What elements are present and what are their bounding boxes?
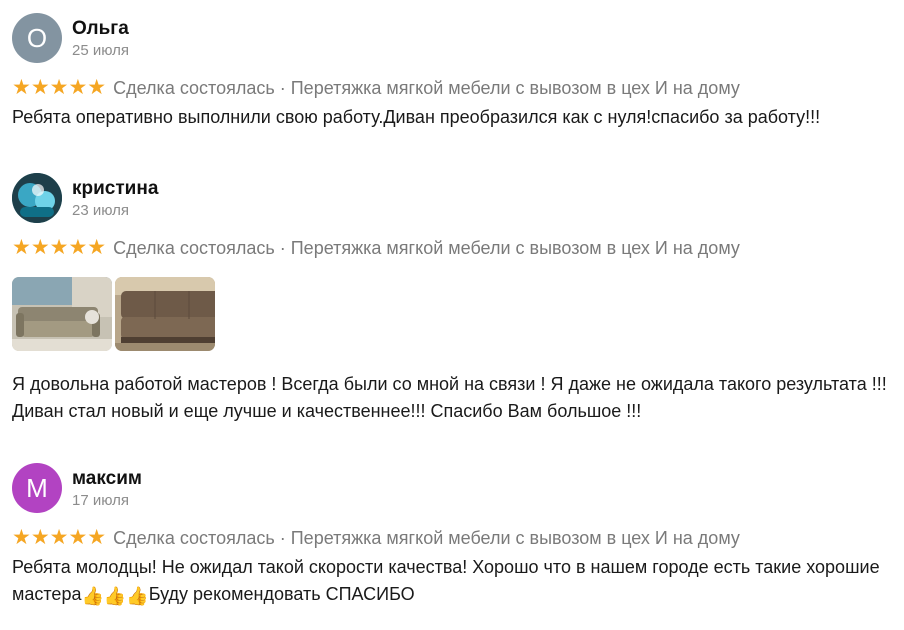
- review-header: М максим 17 июля: [12, 462, 894, 514]
- review-photos: [12, 277, 894, 351]
- review-meta: ★★★★★ Сделка состоялась · Перетяжка мягк…: [12, 75, 894, 101]
- deal-status: Сделка состоялась · Перетяжка мягкой меб…: [113, 78, 740, 98]
- review-date: 23 июля: [72, 201, 130, 219]
- review-text: Ребята молодцы! Не ожидал такой скорости…: [12, 554, 894, 608]
- avatar[interactable]: О: [12, 13, 62, 63]
- review-date: 17 июля: [72, 491, 130, 509]
- reviewer-name[interactable]: максим: [72, 467, 142, 490]
- review-meta: ★★★★★ Сделка состоялась · Перетяжка мягк…: [12, 235, 894, 261]
- reviewer-info: кристина 23 июля: [72, 177, 158, 220]
- review-card: М максим 17 июля ★★★★★ Сделка состоялась…: [12, 462, 894, 608]
- review-text-part: Буду рекомендовать СПАСИБО: [148, 584, 415, 604]
- review-header: кристина 23 июля: [12, 172, 894, 224]
- avatar[interactable]: [12, 173, 62, 223]
- review-text: Ребята оперативно выполнили свою работу.…: [12, 107, 821, 127]
- rating-stars-icon: ★★★★★: [12, 76, 107, 99]
- review-card: кристина 23 июля ★★★★★ Сделка состоялась…: [12, 172, 894, 425]
- reviewer-info: Ольга 25 июля: [72, 17, 129, 60]
- deal-status: Сделка состоялась · Перетяжка мягкой меб…: [113, 528, 740, 548]
- avatar-image-icon: [12, 173, 62, 223]
- reviewer-name[interactable]: Ольга: [72, 17, 129, 40]
- review-card: О Ольга 25 июля ★★★★★ Сделка состоялась …: [12, 12, 894, 131]
- reviewer-name[interactable]: кристина: [72, 177, 158, 200]
- review-photo-sofa-before[interactable]: [12, 277, 112, 351]
- reviewer-info: максим 17 июля: [72, 467, 142, 510]
- review-text: Я довольна работой мастеров ! Всегда был…: [12, 374, 887, 421]
- deal-status: Сделка состоялась · Перетяжка мягкой меб…: [113, 238, 740, 258]
- review-header: О Ольга 25 июля: [12, 12, 894, 64]
- thumbs-up-icon: 👍👍👍: [81, 586, 149, 606]
- avatar[interactable]: М: [12, 463, 62, 513]
- rating-stars-icon: ★★★★★: [12, 526, 107, 549]
- review-photo-sofa-after[interactable]: [115, 277, 215, 351]
- review-meta: ★★★★★ Сделка состоялась · Перетяжка мягк…: [12, 525, 894, 551]
- review-date: 25 июля: [72, 41, 130, 59]
- rating-stars-icon: ★★★★★: [12, 236, 107, 259]
